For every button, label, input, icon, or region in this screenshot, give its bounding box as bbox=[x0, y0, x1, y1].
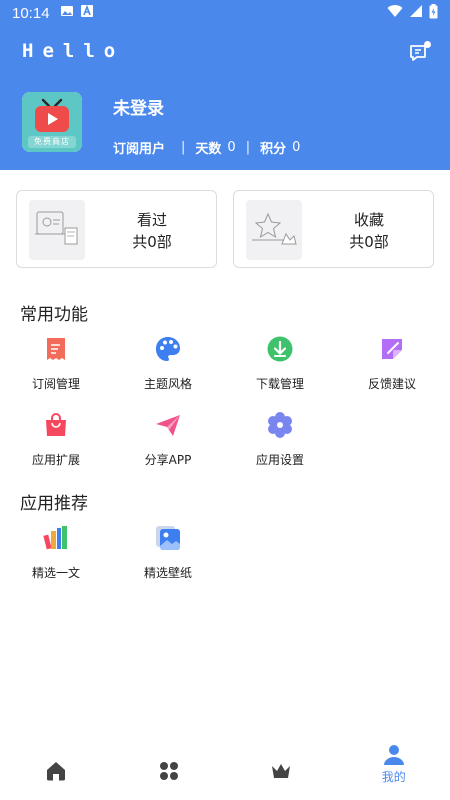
status-time: 10:14 bbox=[12, 4, 50, 22]
tab-home[interactable] bbox=[0, 738, 113, 800]
bottom-tab-bar: 我的 bbox=[0, 738, 450, 800]
subscription-label: 订阅用户 bbox=[113, 142, 166, 157]
history-thumbnail bbox=[29, 200, 85, 260]
points-label: 积分 bbox=[260, 142, 287, 157]
points-value: 0 bbox=[292, 140, 301, 155]
recommend-label: 精选壁纸 bbox=[143, 566, 192, 580]
days-value: 0 bbox=[227, 140, 236, 155]
func-settings[interactable]: 应用设置 bbox=[224, 412, 336, 482]
image-notification-icon bbox=[60, 4, 74, 22]
history-illustration-icon bbox=[35, 211, 78, 245]
books-icon bbox=[43, 526, 67, 550]
func-theme[interactable]: 主题风格 bbox=[112, 336, 224, 406]
subscription-icon bbox=[47, 338, 65, 360]
wallpaper-icon bbox=[156, 526, 180, 550]
recommend-articles[interactable]: 精选一文 bbox=[0, 525, 112, 595]
star-illustration-icon bbox=[252, 212, 297, 245]
func-label: 分享APP bbox=[144, 453, 192, 467]
favorites-card[interactable]: 收藏 共0部 bbox=[233, 190, 434, 268]
grid-icon bbox=[159, 762, 178, 780]
feedback-icon bbox=[382, 339, 402, 359]
history-card[interactable]: 看过 共0部 bbox=[16, 190, 217, 268]
paper-plane-icon bbox=[156, 415, 180, 436]
favorites-count: 共0部 bbox=[349, 233, 389, 251]
profile-stats: 订阅用户 | 天数 0 | 积分 0 bbox=[113, 138, 300, 157]
tab-mine-label: 我的 bbox=[381, 770, 406, 784]
recommend-title: 应用推荐 bbox=[20, 494, 88, 514]
func-label: 反馈建议 bbox=[367, 377, 416, 391]
divider: | bbox=[181, 140, 186, 155]
app-logo[interactable]: 免费商店 bbox=[22, 92, 82, 152]
recommend-label: 精选一文 bbox=[31, 566, 80, 580]
battery-icon bbox=[429, 3, 438, 23]
logo-caption: 免费商店 bbox=[34, 137, 70, 146]
common-functions-title: 常用功能 bbox=[20, 305, 88, 325]
func-label: 应用设置 bbox=[255, 453, 304, 467]
bag-icon bbox=[46, 413, 66, 436]
tab-discover[interactable] bbox=[113, 738, 226, 800]
settings-flower-icon bbox=[268, 412, 292, 438]
func-label: 主题风格 bbox=[143, 377, 192, 391]
func-label: 下载管理 bbox=[255, 377, 304, 391]
font-notification-icon bbox=[80, 4, 94, 22]
profile-header: 10:14 Hello 免费商店 未登录 订阅用户 | 天数 0 | 积分 0 bbox=[0, 0, 450, 170]
history-count: 共0部 bbox=[132, 233, 172, 251]
message-button[interactable] bbox=[408, 40, 432, 64]
func-download[interactable]: 下载管理 bbox=[224, 336, 336, 406]
status-bar: 10:14 bbox=[0, 0, 450, 26]
favorites-thumbnail bbox=[246, 200, 302, 260]
tab-vip[interactable] bbox=[225, 738, 338, 800]
message-icon bbox=[410, 41, 431, 61]
func-feedback[interactable]: 反馈建议 bbox=[336, 336, 448, 406]
palette-icon bbox=[156, 337, 180, 361]
tab-mine[interactable]: 我的 bbox=[338, 738, 450, 800]
wifi-icon bbox=[387, 4, 403, 22]
username[interactable]: 未登录 bbox=[113, 94, 164, 119]
home-icon bbox=[47, 762, 66, 781]
divider: | bbox=[245, 140, 251, 155]
func-extensions[interactable]: 应用扩展 bbox=[0, 412, 112, 482]
func-label: 应用扩展 bbox=[31, 453, 80, 467]
download-icon bbox=[267, 336, 293, 362]
signal-icon bbox=[409, 4, 423, 22]
app-title: Hello bbox=[22, 40, 125, 62]
favorites-title: 收藏 bbox=[353, 211, 384, 229]
func-subscription[interactable]: 订阅管理 bbox=[0, 336, 112, 406]
func-share[interactable]: 分享APP bbox=[112, 412, 224, 482]
crown-icon bbox=[272, 764, 291, 778]
func-label: 订阅管理 bbox=[31, 377, 80, 391]
history-title: 看过 bbox=[136, 211, 167, 229]
recommend-wallpapers[interactable]: 精选壁纸 bbox=[112, 525, 224, 595]
user-icon bbox=[383, 745, 404, 765]
days-label: 天数 bbox=[195, 142, 222, 157]
